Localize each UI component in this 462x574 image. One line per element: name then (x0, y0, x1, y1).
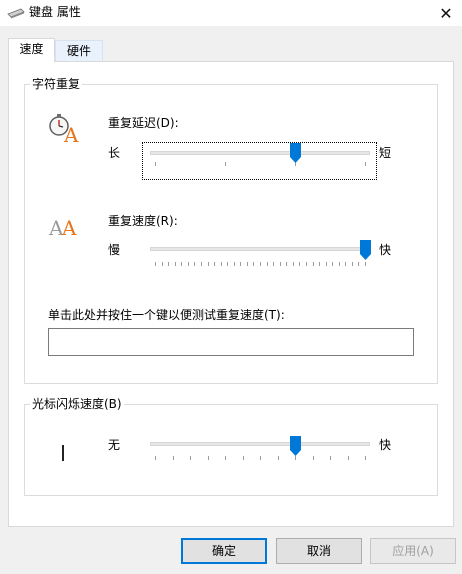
rate-slider-track[interactable] (150, 247, 370, 251)
rate-tick (168, 262, 169, 266)
rate-tick (345, 262, 346, 266)
rate-tick (332, 262, 333, 266)
rate-tick (267, 262, 268, 266)
keyboard-icon (7, 8, 25, 19)
rate-tick (365, 262, 366, 266)
close-button[interactable]: ✕ (430, 0, 462, 26)
apply-button[interactable]: 应用(A) (370, 538, 456, 564)
tab-speed[interactable]: 速度 (8, 38, 55, 62)
blink-tick (260, 456, 261, 460)
rate-tick (280, 262, 281, 266)
delay-tick (155, 162, 156, 166)
rate-tick (358, 262, 359, 266)
ok-button[interactable]: 确定 (181, 538, 267, 564)
rate-tick (208, 262, 209, 266)
delay-min-label: 长 (108, 146, 121, 160)
rate-tick (194, 262, 195, 266)
cursor-blink-title: 光标闪烁速度(B) (30, 397, 124, 411)
stopwatch-letter-icon: A (49, 114, 79, 144)
svg-text:A: A (61, 216, 77, 238)
blink-tick (243, 456, 244, 460)
cursor-blink-group (24, 404, 438, 496)
delay-slider-thumb[interactable] (290, 143, 301, 163)
rate-tick (339, 262, 340, 266)
rate-tick (260, 262, 261, 266)
text-cursor-icon (62, 445, 64, 461)
rate-tick (306, 262, 307, 266)
delay-slider-track[interactable] (150, 151, 370, 155)
rate-slider-thumb[interactable] (360, 240, 371, 260)
rate-tick (221, 262, 222, 266)
rate-tick (162, 262, 163, 266)
rate-tick (247, 262, 248, 266)
rate-tick (227, 262, 228, 266)
rate-tick (214, 262, 215, 266)
rate-tick (352, 262, 353, 266)
blink-tick (225, 456, 226, 460)
svg-text:A: A (63, 123, 79, 144)
rate-tick (299, 262, 300, 266)
repeat-test-input[interactable] (48, 328, 414, 356)
rate-tick (175, 262, 176, 266)
rate-tick (188, 262, 189, 266)
close-icon: ✕ (439, 3, 453, 23)
rate-tick (181, 262, 182, 266)
blink-max-label: 快 (379, 438, 392, 452)
rate-tick (234, 262, 235, 266)
cancel-button[interactable]: 取消 (276, 538, 362, 564)
rate-max-label: 快 (379, 243, 392, 257)
blink-tick (295, 456, 296, 460)
rate-tick (313, 262, 314, 266)
blink-tick (313, 456, 314, 460)
blink-slider-thumb[interactable] (290, 436, 301, 456)
rate-min-label: 慢 (108, 243, 121, 257)
delay-tick (225, 162, 226, 166)
double-letter-icon: A A (48, 216, 77, 238)
rate-tick (293, 262, 294, 266)
blink-tick (155, 456, 156, 460)
rate-tick (286, 262, 287, 266)
delay-label: 重复延迟(D): (108, 116, 179, 130)
rate-tick (273, 262, 274, 266)
tab-hardware[interactable]: 硬件 (55, 40, 103, 61)
blink-slider-track[interactable] (150, 442, 370, 446)
rate-label: 重复速度(R): (108, 214, 178, 228)
blink-tick (173, 456, 174, 460)
rate-tick (253, 262, 254, 266)
rate-tick (319, 262, 320, 266)
blink-tick (278, 456, 279, 460)
test-label: 单击此处并按住一个键以便测试重复速度(T): (48, 308, 285, 322)
char-repeat-title: 字符重复 (30, 77, 83, 91)
blink-tick (208, 456, 209, 460)
rate-tick (326, 262, 327, 266)
blink-tick (330, 456, 331, 460)
delay-max-label: 短 (379, 146, 392, 160)
blink-tick (190, 456, 191, 460)
rate-tick (201, 262, 202, 266)
rate-tick (155, 262, 156, 266)
window-title: 键盘 属性 (29, 5, 81, 19)
delay-slider-focus (142, 142, 377, 180)
delay-tick (365, 162, 366, 166)
blink-tick (365, 456, 366, 460)
rate-tick (240, 262, 241, 266)
blink-tick (348, 456, 349, 460)
blink-min-label: 无 (108, 438, 121, 452)
